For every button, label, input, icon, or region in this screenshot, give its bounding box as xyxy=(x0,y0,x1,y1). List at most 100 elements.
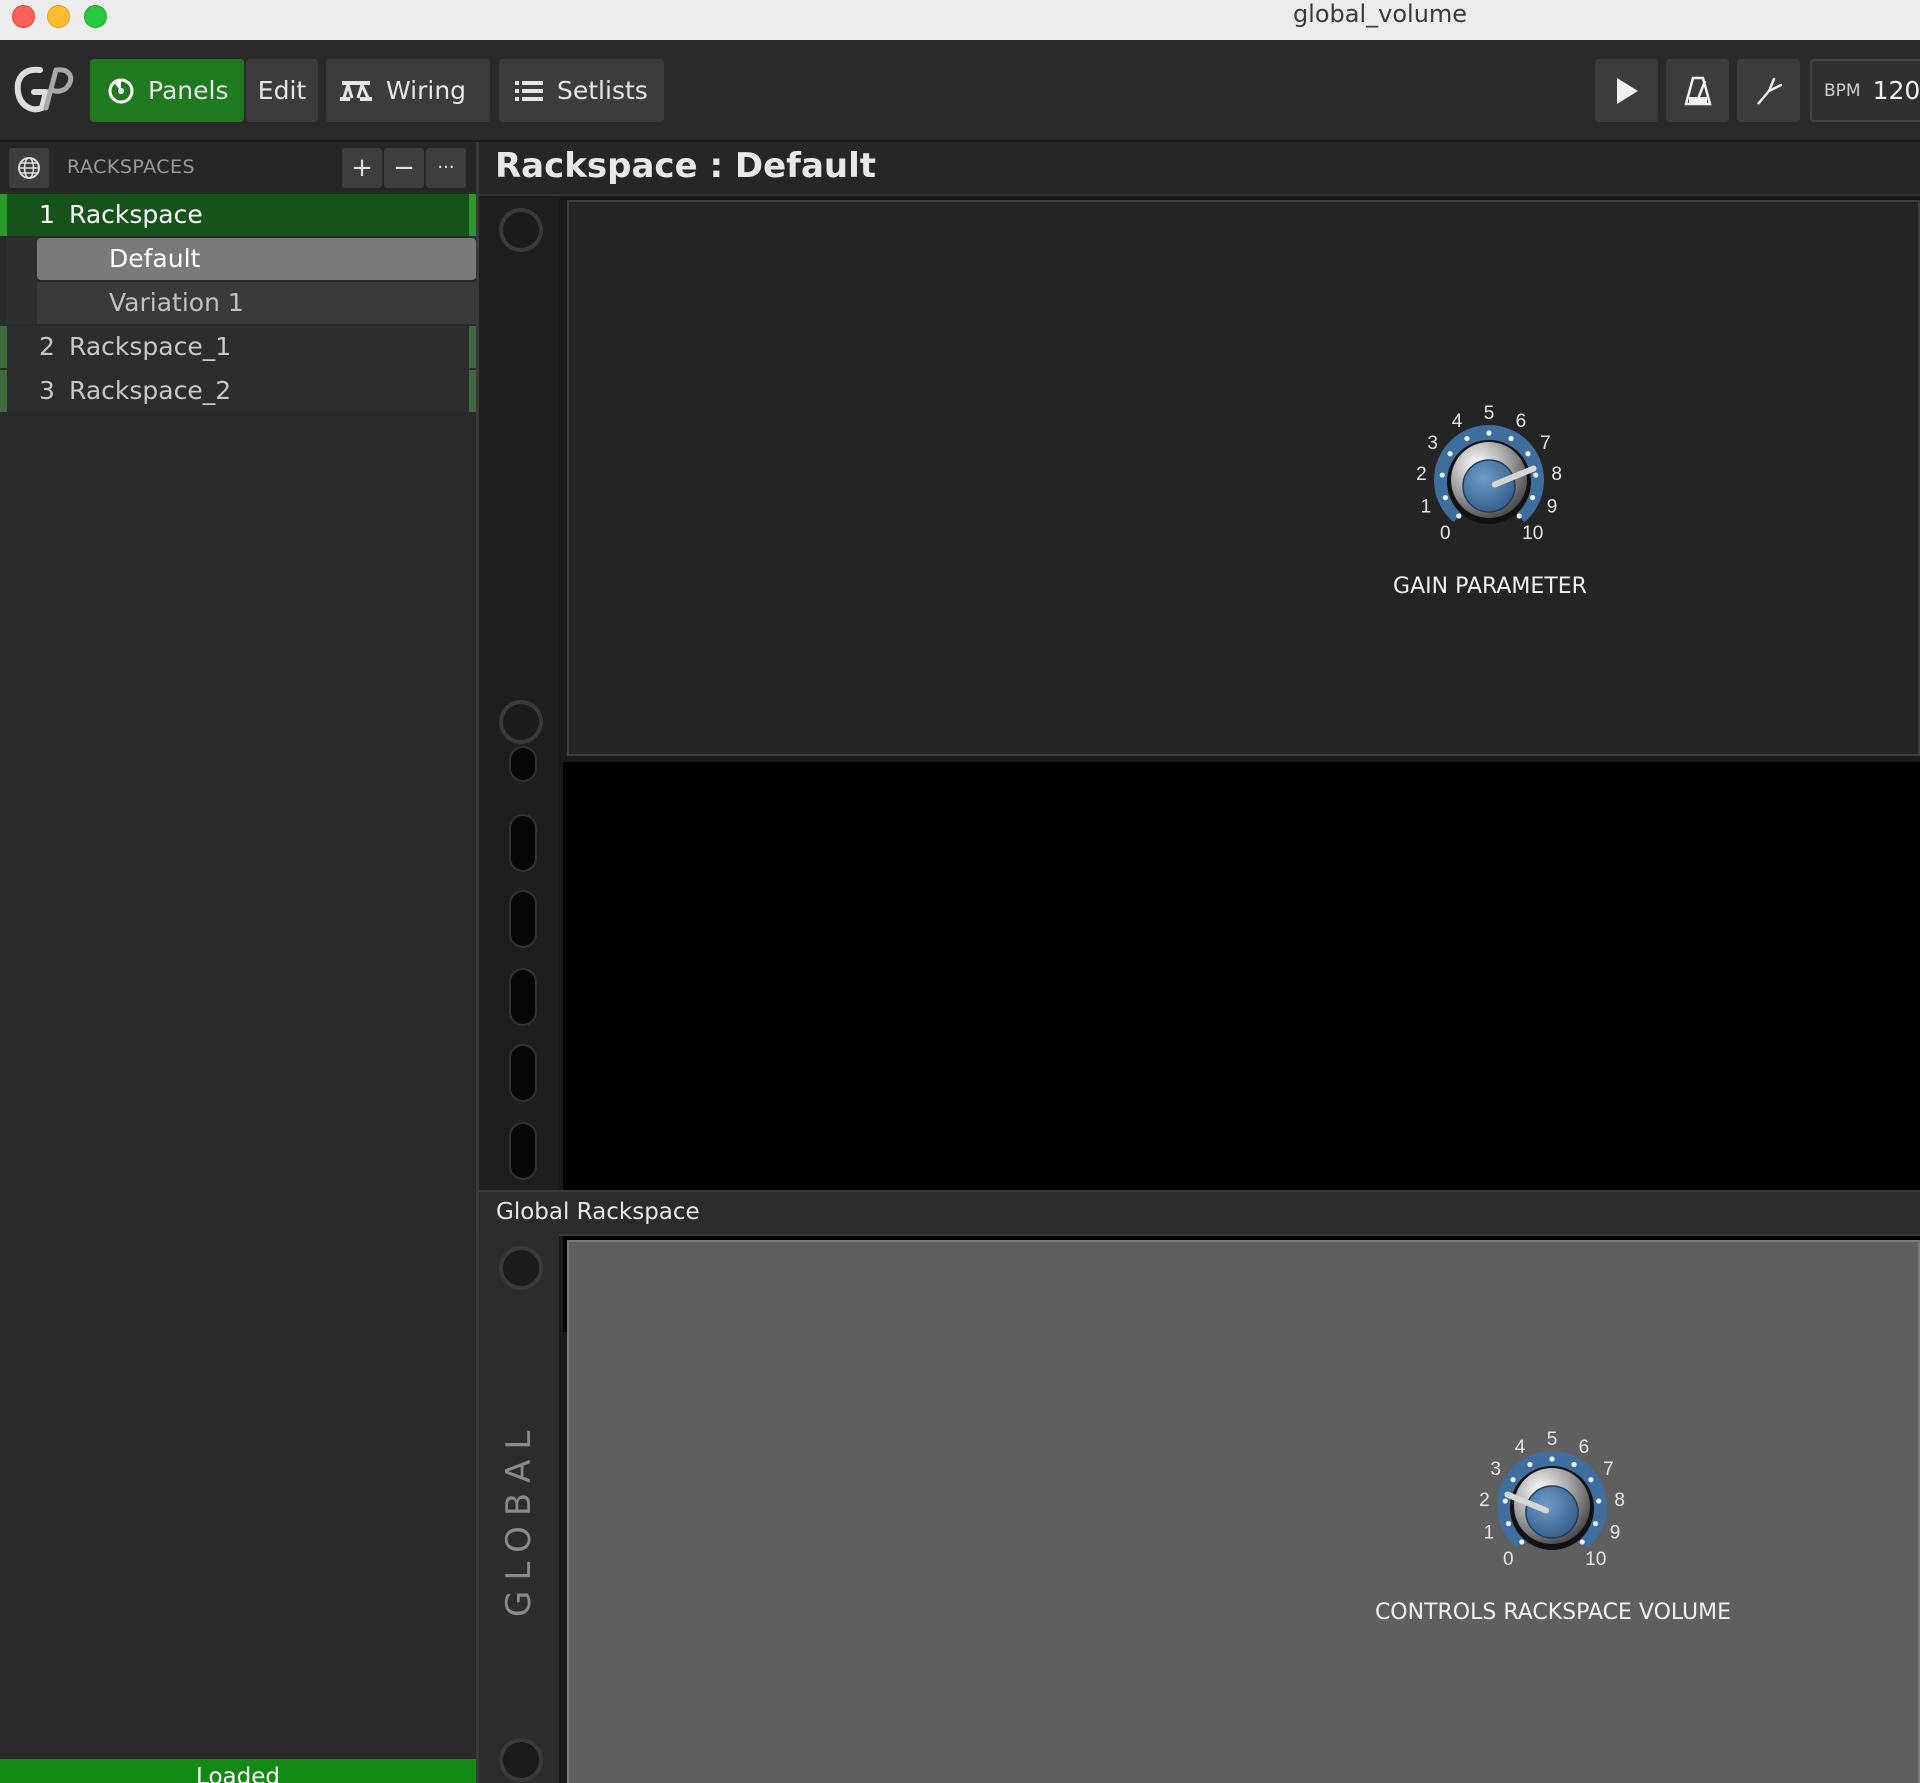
rackspace-number: 1 xyxy=(39,200,55,229)
globe-icon xyxy=(18,157,40,179)
rackspace-title: Rackspace : Default xyxy=(495,146,877,186)
setlists-button[interactable]: Setlists xyxy=(499,59,664,122)
rackspace-name: Rackspace xyxy=(69,200,203,229)
main-toolbar: Panels Edit Wiring Setlists BPM 120. xyxy=(0,40,1920,142)
global-rail-label: GLOBAL xyxy=(499,1420,539,1617)
rackspace-name: Rackspace_1 xyxy=(69,332,232,361)
knob-cap xyxy=(1462,459,1516,513)
knob-scale-label: 3 xyxy=(1490,1459,1501,1480)
knob-tick-dot xyxy=(1508,435,1514,442)
panels-button[interactable]: Panels xyxy=(90,59,244,122)
knob-tick-dot xyxy=(1579,1539,1585,1545)
panels-icon xyxy=(108,78,134,103)
knob-tick-dot xyxy=(1516,513,1522,519)
knob-cap xyxy=(1525,1485,1579,1539)
gain-knob[interactable]: 01 234 5 678 910 xyxy=(1404,395,1574,565)
list-icon xyxy=(515,80,543,101)
knob-tick-dot xyxy=(1505,1521,1512,1527)
knob-tick-dot xyxy=(1519,1539,1525,1545)
knob-tick-dot xyxy=(1588,1477,1594,1483)
setlists-label: Setlists xyxy=(557,76,648,105)
rackspace-item-1[interactable]: 1 Rackspace xyxy=(0,194,476,236)
global-panel xyxy=(567,1240,1920,1783)
metronome-button[interactable] xyxy=(1666,59,1729,122)
rackspaces-sidebar: RACKSPACES + − ··· 1 Rackspace Default V… xyxy=(0,142,479,1783)
play-button[interactable] xyxy=(1595,59,1658,122)
volume-knob-label: CONTROLS RACKSPACE VOLUME xyxy=(1374,1600,1732,1625)
knob-tick-dot xyxy=(1549,1456,1555,1462)
knob-tick-dot xyxy=(1533,472,1539,478)
wiring-button[interactable]: Wiring xyxy=(326,59,490,122)
sidebar-header: RACKSPACES + − ··· xyxy=(0,142,476,192)
rack-screw xyxy=(499,1246,543,1290)
volume-knob[interactable]: 01 234 5 678 910 xyxy=(1467,1421,1637,1591)
metronome-icon xyxy=(1683,76,1712,105)
variation-item-default[interactable]: Default xyxy=(37,238,476,280)
knob-scale-label: 7 xyxy=(1540,433,1551,454)
globe-button[interactable] xyxy=(9,148,49,188)
knob-scale-label: 2 xyxy=(1479,1490,1490,1511)
knob-scale-label: 4 xyxy=(1452,411,1463,432)
knob-tick-dot xyxy=(1442,495,1449,501)
knob-scale-label: 10 xyxy=(1522,523,1543,544)
play-icon xyxy=(1616,77,1638,104)
gain-knob-label: GAIN PARAMETER xyxy=(1393,574,1587,599)
knob-tick-dot xyxy=(1529,495,1536,501)
bpm-label: BPM xyxy=(1824,80,1861,101)
knob-tick-dot xyxy=(1456,513,1462,519)
knob-scale-label: 9 xyxy=(1547,496,1558,517)
sidebar-title: RACKSPACES xyxy=(67,156,196,178)
knob-scale-label: 6 xyxy=(1516,411,1527,432)
knob-tick-dot xyxy=(1464,435,1470,442)
tuning-fork-icon xyxy=(1756,77,1782,105)
rackspace-number: 2 xyxy=(39,332,55,361)
rack-slot xyxy=(509,746,537,782)
rack-slot xyxy=(509,890,537,948)
variation-indent-bar xyxy=(7,238,37,324)
knob-tick-dot xyxy=(1502,1498,1508,1504)
knob-tick-dot xyxy=(1527,1461,1533,1468)
status-text: Loaded xyxy=(196,1764,280,1783)
rackspace-item-3[interactable]: 3 Rackspace_2 xyxy=(0,370,476,412)
wiring-label: Wiring xyxy=(386,76,467,105)
panels-label: Panels xyxy=(148,76,229,105)
knob-scale-label: 1 xyxy=(1421,496,1432,517)
knob-tick-dot xyxy=(1525,451,1531,457)
knob-scale-label: 8 xyxy=(1614,1490,1625,1511)
add-rackspace-button[interactable]: + xyxy=(342,148,382,188)
remove-rackspace-button[interactable]: − xyxy=(384,148,424,188)
rack-slot xyxy=(509,1122,537,1180)
global-rackspace-title: Global Rackspace xyxy=(496,1199,700,1225)
knob-tick-dot xyxy=(1592,1521,1599,1527)
knob-scale-label: 5 xyxy=(1547,1429,1558,1450)
rackspace-item-2[interactable]: 2 Rackspace_1 xyxy=(0,326,476,368)
status-bar: Loaded xyxy=(0,1759,476,1783)
rack-screw xyxy=(499,1738,543,1782)
knob-scale-label: 1 xyxy=(1484,1522,1495,1543)
bpm-display[interactable]: BPM 120. xyxy=(1810,59,1920,122)
zoom-window-button[interactable] xyxy=(84,5,107,28)
bpm-value: 120. xyxy=(1872,76,1920,105)
rackspace-view: Rackspace : Default 0 1 2 3 4 5 6 7 8 9 10 GAIN PA… xyxy=(479,142,1920,1783)
variation-name: Variation 1 xyxy=(109,288,244,317)
knob-tick-dot xyxy=(1439,472,1445,478)
minimize-window-button[interactable] xyxy=(47,5,70,28)
knob-tick-dot xyxy=(1596,1498,1602,1504)
rack-screw xyxy=(499,700,543,744)
rack-slot xyxy=(509,1044,537,1102)
variation-item-1[interactable]: Variation 1 xyxy=(37,282,476,324)
knob-scale-label: 9 xyxy=(1610,1522,1621,1543)
knob-tick-dot xyxy=(1571,1461,1577,1468)
edit-label: Edit xyxy=(257,76,307,105)
knob-scale-label: 7 xyxy=(1603,1459,1614,1480)
tuner-button[interactable] xyxy=(1737,59,1800,122)
rackspace-options-button[interactable]: ··· xyxy=(426,148,466,188)
rack-screw xyxy=(499,208,543,252)
close-window-button[interactable] xyxy=(12,5,35,28)
edit-button[interactable]: Edit xyxy=(246,59,318,122)
knob-scale-label: 10 xyxy=(1585,1549,1606,1570)
knob-tick-dot xyxy=(1447,451,1453,457)
global-rackspace-header: Global Rackspace xyxy=(479,1190,1920,1236)
rackspace-panel xyxy=(567,200,1920,756)
knob-scale-label: 5 xyxy=(1484,403,1495,424)
